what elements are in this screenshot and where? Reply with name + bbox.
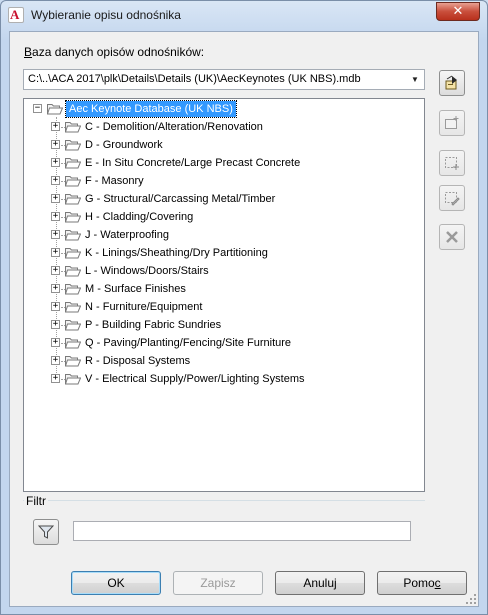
tree-node[interactable]: + R - Disposal Systems (24, 352, 424, 370)
expand-icon[interactable]: + (51, 140, 60, 149)
tree-node[interactable]: + M - Surface Finishes (24, 280, 424, 298)
folder-icon (64, 247, 82, 259)
folder-icon (64, 319, 82, 331)
tree-node[interactable]: + H - Cladding/Covering (24, 208, 424, 226)
tree-node[interactable]: + P - Building Fabric Sundries (24, 316, 424, 334)
edit-keynote-button[interactable] (439, 185, 465, 211)
delete-button[interactable] (439, 224, 465, 250)
tree-node-label: E - In Situ Concrete/Large Precast Concr… (85, 157, 301, 169)
tree-node-label: V - Electrical Supply/Power/Lighting Sys… (85, 373, 305, 385)
tree-node-label: C - Demolition/Alteration/Renovation (85, 121, 263, 133)
tree-node-label: Aec Keynote Database (UK NBS) (65, 100, 237, 118)
chevron-down-icon[interactable]: ▼ (408, 70, 422, 89)
tree-node-label: P - Building Fabric Sundries (85, 319, 222, 331)
filter-title: Filtr (24, 494, 48, 508)
tree-node[interactable]: + Q - Paving/Planting/Fencing/Site Furnit… (24, 334, 424, 352)
tree-node-label: R - Disposal Systems (85, 355, 191, 367)
dialog-window: A Wybieranie opisu odnośnika ✕ Baza dany… (0, 0, 488, 615)
folder-icon (64, 301, 82, 313)
tree-node-label: Q - Paving/Planting/Fencing/Site Furnitu… (85, 337, 292, 349)
tree-node[interactable]: + K - Linings/Sheathing/Dry Partitioning (24, 244, 424, 262)
tree-node-label: D - Groundwork (85, 139, 163, 151)
tree-node[interactable]: + F - Masonry (24, 172, 424, 190)
folder-icon (64, 193, 82, 205)
tree-node-label: L - Windows/Doors/Stairs (85, 265, 209, 277)
database-label: Baza danych opisów odnośników: (24, 45, 205, 59)
open-database-button[interactable] (439, 70, 465, 96)
folder-icon (64, 373, 82, 385)
tree-node[interactable]: + D - Groundwork (24, 136, 424, 154)
tree-node-label: M - Surface Finishes (85, 283, 186, 295)
tree-node[interactable]: + E - In Situ Concrete/Large Precast Conc… (24, 154, 424, 172)
expand-icon[interactable]: + (51, 158, 60, 167)
tree-node-label: K - Linings/Sheathing/Dry Partitioning (85, 247, 268, 259)
database-combobox-value: C:\..\ACA 2017\plk\Details\Details (UK)\… (28, 73, 361, 85)
resize-grip-icon[interactable] (466, 594, 476, 604)
folder-icon (64, 265, 82, 277)
folder-icon (64, 121, 82, 133)
tree-node-label: J - Waterproofing (85, 229, 169, 241)
funnel-icon (38, 525, 54, 539)
database-combobox[interactable]: C:\..\ACA 2017\plk\Details\Details (UK)\… (23, 69, 425, 90)
collapse-icon[interactable]: − (33, 104, 42, 113)
expand-icon[interactable]: + (51, 302, 60, 311)
tree-node[interactable]: + J - Waterproofing (24, 226, 424, 244)
dialog-client: Baza danych opisów odnośników: C:\..\ACA… (9, 31, 479, 607)
tree-node-label: F - Masonry (85, 175, 144, 187)
tree-node-label: H - Cladding/Covering (85, 211, 194, 223)
tree-node[interactable]: + L - Windows/Doors/Stairs (24, 262, 424, 280)
tree-node[interactable]: + V - Electrical Supply/Power/Lighting Sy… (24, 370, 424, 388)
help-button[interactable]: Pomoc (377, 571, 467, 595)
new-group-button[interactable] (439, 110, 465, 136)
folder-icon (64, 211, 82, 223)
folder-icon (64, 139, 82, 151)
window-title: Wybieranie opisu odnośnika (31, 8, 181, 22)
app-icon: A (8, 7, 24, 23)
tree-node-label: N - Furniture/Equipment (85, 301, 203, 313)
expand-icon[interactable]: + (51, 230, 60, 239)
new-keynote-button[interactable] (439, 150, 465, 176)
expand-icon[interactable]: + (51, 374, 60, 383)
ok-button[interactable]: OK (71, 571, 161, 595)
filter-button[interactable] (33, 519, 59, 545)
folder-open-icon (46, 103, 64, 115)
filter-input[interactable] (73, 521, 411, 541)
expand-icon[interactable]: + (51, 122, 60, 131)
expand-icon[interactable]: + (51, 338, 60, 347)
tree-root-node[interactable]: − Aec Keynote Database (UK NBS) (24, 100, 424, 118)
expand-icon[interactable]: + (51, 284, 60, 293)
tree-node-label: G - Structural/Carcassing Metal/Timber (85, 193, 276, 205)
expand-icon[interactable]: + (51, 212, 60, 221)
title-bar[interactable]: A Wybieranie opisu odnośnika ✕ (1, 1, 487, 29)
folder-icon (64, 355, 82, 367)
close-button[interactable]: ✕ (436, 2, 480, 21)
folder-icon (64, 229, 82, 241)
save-button[interactable]: Zapisz (173, 571, 263, 595)
expand-icon[interactable]: + (51, 248, 60, 257)
folder-icon (64, 157, 82, 169)
expand-icon[interactable]: + (51, 194, 60, 203)
keynote-tree[interactable]: − Aec Keynote Database (UK NBS) + C - Demol… (23, 98, 425, 492)
tree-node[interactable]: + G - Structural/Carcassing Metal/Timber (24, 190, 424, 208)
expand-icon[interactable]: + (51, 320, 60, 329)
tree-node[interactable]: + C - Demolition/Alteration/Renovation (24, 118, 424, 136)
folder-icon (64, 175, 82, 187)
tree-node[interactable]: + N - Furniture/Equipment (24, 298, 424, 316)
folder-icon (64, 283, 82, 295)
folder-icon (64, 337, 82, 349)
expand-icon[interactable]: + (51, 176, 60, 185)
expand-icon[interactable]: + (51, 266, 60, 275)
expand-icon[interactable]: + (51, 356, 60, 365)
cancel-button[interactable]: Anuluj (275, 571, 365, 595)
